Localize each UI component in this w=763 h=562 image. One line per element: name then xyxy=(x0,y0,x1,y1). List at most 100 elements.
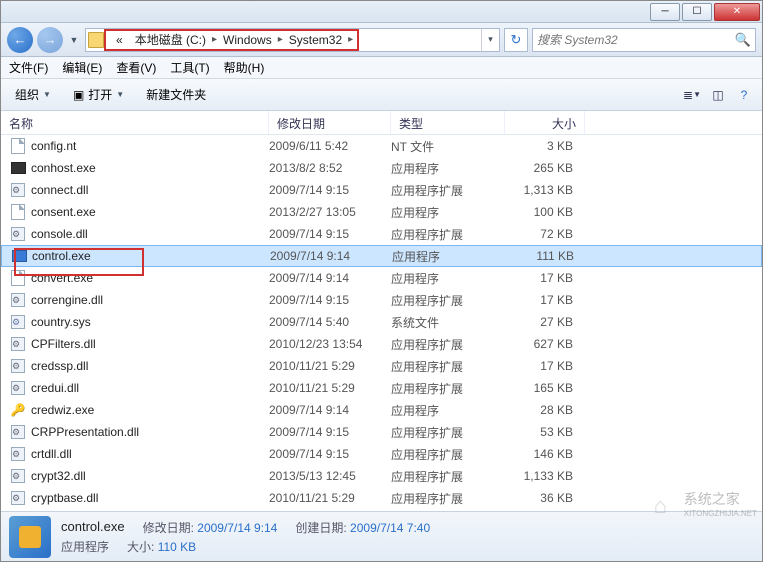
toolbar: 组织 ▼ ▣ 打开 ▼ 新建文件夹 ≣ ▼ ◫ ? xyxy=(1,79,762,111)
file-name: country.sys xyxy=(31,315,269,329)
file-date: 2010/11/21 5:29 xyxy=(269,381,391,395)
details-create-value: 2009/7/14 7:40 xyxy=(350,521,430,535)
file-date: 2013/8/2 8:52 xyxy=(269,161,391,175)
menu-file[interactable]: 文件(F) xyxy=(9,59,48,76)
table-row[interactable]: connect.dll2009/7/14 9:15应用程序扩展1,313 KB xyxy=(1,179,762,201)
minimize-button[interactable]: ─ xyxy=(650,3,680,21)
breadcrumb-drive[interactable]: 本地磁盘 (C:) xyxy=(129,31,212,48)
new-folder-button[interactable]: 新建文件夹 xyxy=(140,83,212,106)
file-date: 2009/7/14 9:15 xyxy=(269,183,391,197)
exe-blue-icon xyxy=(10,248,28,264)
menu-tools[interactable]: 工具(T) xyxy=(170,59,209,76)
file-size: 146 KB xyxy=(505,447,579,461)
address-dropdown[interactable]: ▾ xyxy=(481,29,499,51)
file-type: 应用程序扩展 xyxy=(391,182,505,199)
table-row[interactable]: config.nt2009/6/11 5:42NT 文件3 KB xyxy=(1,135,762,157)
history-dropdown[interactable]: ▼ xyxy=(67,27,81,53)
file-type: 应用程序扩展 xyxy=(391,446,505,463)
table-row[interactable]: country.sys2009/7/14 5:40系统文件27 KB xyxy=(1,311,762,333)
back-button[interactable]: ← xyxy=(7,27,33,53)
address-bar[interactable]: « 本地磁盘 (C:) ▸ Windows ▸ System32 ▸ ▾ xyxy=(85,28,500,52)
file-type: 应用程序扩展 xyxy=(391,490,505,507)
table-row[interactable]: console.dll2009/7/14 9:15应用程序扩展72 KB xyxy=(1,223,762,245)
file-icon xyxy=(9,204,27,220)
breadcrumb-windows[interactable]: Windows xyxy=(217,33,278,47)
file-size: 36 KB xyxy=(505,491,579,505)
file-date: 2010/12/23 13:54 xyxy=(269,337,391,351)
explorer-window: ─ ☐ ✕ ← → ▼ « 本地磁盘 (C:) ▸ Windows ▸ Syst… xyxy=(0,0,763,562)
details-mod-value: 2009/7/14 9:14 xyxy=(197,521,277,535)
exe-dark-icon xyxy=(9,160,27,176)
table-row[interactable]: credwiz.exe2009/7/14 9:14应用程序28 KB xyxy=(1,399,762,421)
menu-view[interactable]: 查看(V) xyxy=(116,59,156,76)
file-size: 72 KB xyxy=(505,227,579,241)
col-name[interactable]: 名称 xyxy=(1,111,269,134)
search-box[interactable]: 🔍 xyxy=(532,28,756,52)
table-row[interactable]: credssp.dll2010/11/21 5:29应用程序扩展17 KB xyxy=(1,355,762,377)
details-size-value: 110 KB xyxy=(158,540,196,554)
col-type[interactable]: 类型 xyxy=(391,111,505,134)
file-size: 265 KB xyxy=(505,161,579,175)
file-size: 627 KB xyxy=(505,337,579,351)
file-size: 165 KB xyxy=(505,381,579,395)
file-date: 2009/7/14 9:14 xyxy=(269,403,391,417)
file-type: 应用程序 xyxy=(391,160,505,177)
file-name: credwiz.exe xyxy=(31,403,269,417)
file-name: crtdll.dll xyxy=(31,447,269,461)
close-button[interactable]: ✕ xyxy=(714,3,760,21)
organize-button[interactable]: 组织 ▼ xyxy=(9,83,57,106)
file-name: credssp.dll xyxy=(31,359,269,373)
table-row[interactable]: CPFilters.dll2010/12/23 13:54应用程序扩展627 K… xyxy=(1,333,762,355)
file-size: 111 KB xyxy=(506,249,580,263)
open-button[interactable]: ▣ 打开 ▼ xyxy=(67,83,130,106)
dll-icon xyxy=(9,182,27,198)
refresh-button[interactable]: ↻ xyxy=(504,28,528,52)
file-type: 应用程序 xyxy=(391,204,505,221)
open-icon: ▣ xyxy=(73,88,84,102)
table-row[interactable]: crtdll.dll2009/7/14 9:15应用程序扩展146 KB xyxy=(1,443,762,465)
preview-pane-button[interactable]: ◫ xyxy=(708,86,728,104)
table-row[interactable]: control.exe2009/7/14 9:14应用程序111 KB xyxy=(1,245,762,267)
new-folder-label: 新建文件夹 xyxy=(146,86,206,103)
file-date: 2009/6/11 5:42 xyxy=(269,139,391,153)
file-size: 17 KB xyxy=(505,359,579,373)
sys-icon xyxy=(9,314,27,330)
file-name: CPFilters.dll xyxy=(31,337,269,351)
table-row[interactable]: convert.exe2009/7/14 9:14应用程序17 KB xyxy=(1,267,762,289)
forward-button[interactable]: → xyxy=(37,27,63,53)
table-row[interactable]: cryptbase.dll2010/11/21 5:29应用程序扩展36 KB xyxy=(1,487,762,509)
file-date: 2009/7/14 9:15 xyxy=(269,293,391,307)
table-row[interactable]: correngine.dll2009/7/14 9:15应用程序扩展17 KB xyxy=(1,289,762,311)
search-input[interactable] xyxy=(537,33,735,47)
table-row[interactable]: CRPPresentation.dll2009/7/14 9:15应用程序扩展5… xyxy=(1,421,762,443)
file-list-body[interactable]: config.nt2009/6/11 5:42NT 文件3 KBconhost.… xyxy=(1,135,762,511)
file-size: 1,313 KB xyxy=(505,183,579,197)
file-name: control.exe xyxy=(32,249,270,263)
maximize-button[interactable]: ☐ xyxy=(682,3,712,21)
table-row[interactable]: credui.dll2010/11/21 5:29应用程序扩展165 KB xyxy=(1,377,762,399)
file-name: connect.dll xyxy=(31,183,269,197)
file-date: 2013/2/27 13:05 xyxy=(269,205,391,219)
file-icon xyxy=(9,138,27,154)
table-row[interactable]: crypt32.dll2013/5/13 12:45应用程序扩展1,133 KB xyxy=(1,465,762,487)
col-date[interactable]: 修改日期 xyxy=(269,111,391,134)
menu-edit[interactable]: 编辑(E) xyxy=(62,59,102,76)
file-name: conhost.exe xyxy=(31,161,269,175)
details-size-label: 大小: xyxy=(127,540,154,554)
file-type: 应用程序 xyxy=(392,248,506,265)
file-date: 2009/7/14 9:15 xyxy=(269,227,391,241)
col-size[interactable]: 大小 xyxy=(505,111,585,134)
view-options-button[interactable]: ≣ ▼ xyxy=(682,86,702,104)
help-button[interactable]: ? xyxy=(734,86,754,104)
table-row[interactable]: conhost.exe2013/8/2 8:52应用程序265 KB xyxy=(1,157,762,179)
titlebar: ─ ☐ ✕ xyxy=(1,1,762,23)
table-row[interactable]: consent.exe2013/2/27 13:05应用程序100 KB xyxy=(1,201,762,223)
menu-bar: 文件(F) 编辑(E) 查看(V) 工具(T) 帮助(H) xyxy=(1,57,762,79)
dll-icon xyxy=(9,226,27,242)
search-icon[interactable]: 🔍 xyxy=(735,32,751,48)
file-date: 2013/5/13 12:45 xyxy=(269,469,391,483)
menu-help[interactable]: 帮助(H) xyxy=(224,59,265,76)
breadcrumb-chevrons[interactable]: « xyxy=(110,33,129,47)
breadcrumb-system32[interactable]: System32 xyxy=(283,33,348,47)
file-size: 17 KB xyxy=(505,271,579,285)
